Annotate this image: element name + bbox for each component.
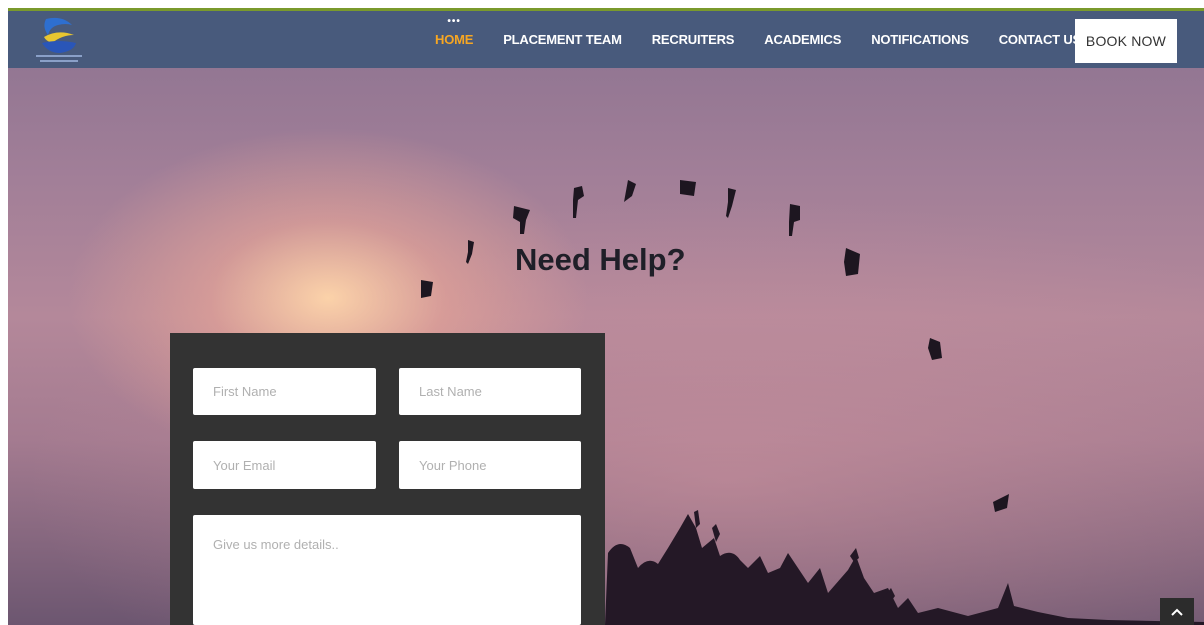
nav-item-label: NOTIFICATIONS [871, 32, 969, 47]
email-input[interactable] [193, 441, 376, 489]
phone-input[interactable] [399, 441, 581, 489]
nav-item-label: ACADEMICS [764, 32, 842, 47]
contact-form [170, 333, 605, 625]
nav-item-label: HOME [435, 32, 474, 47]
last-name-input[interactable] [399, 368, 581, 415]
university-logo[interactable] [32, 15, 86, 65]
active-dots-icon: ••• [447, 16, 461, 27]
nav-item-notifications[interactable]: NOTIFICATIONS [856, 32, 984, 47]
hero-heading: Need Help? [515, 242, 686, 277]
navbar: ••• HOME PLACEMENT TEAM RECRUITERS ACADE… [8, 11, 1204, 68]
nav-item-academics[interactable]: ACADEMICS [749, 32, 856, 47]
details-textarea[interactable] [193, 515, 581, 625]
nav-item-recruiters[interactable]: RECRUITERS [637, 32, 750, 47]
first-name-input[interactable] [193, 368, 376, 415]
nav-item-label: RECRUITERS [651, 32, 735, 47]
page-frame: ••• HOME PLACEMENT TEAM RECRUITERS ACADE… [8, 8, 1204, 625]
main-nav: ••• HOME PLACEMENT TEAM RECRUITERS ACADE… [420, 11, 1096, 68]
scroll-to-top-button[interactable] [1160, 598, 1194, 625]
nav-item-label: CONTACT US [998, 32, 1081, 47]
chevron-up-icon [1171, 608, 1183, 616]
book-now-button[interactable]: BOOK NOW [1075, 19, 1177, 63]
nav-item-label: PLACEMENT TEAM [503, 32, 622, 47]
nav-item-home[interactable]: ••• HOME [420, 17, 488, 48]
nav-item-placement-team[interactable]: PLACEMENT TEAM [488, 32, 637, 47]
